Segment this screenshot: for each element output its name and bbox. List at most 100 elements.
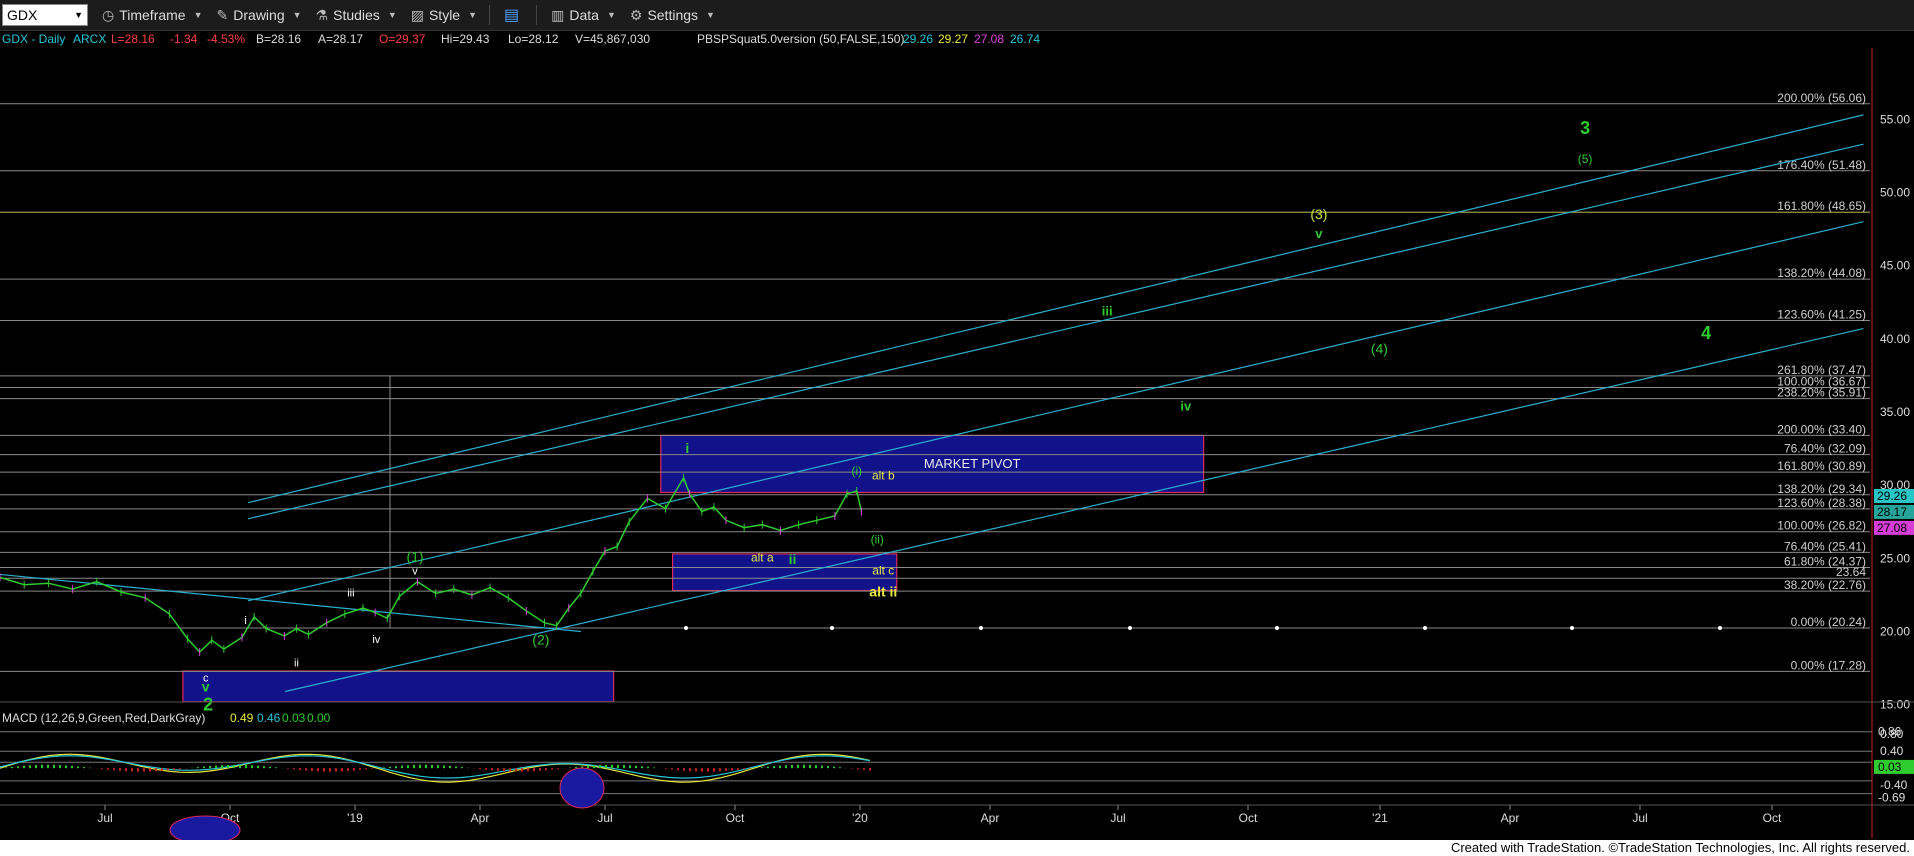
macd-label: MACD (12,26,9,Green,Red,DarkGray)	[2, 711, 205, 725]
time-tick-label: Jul	[97, 811, 112, 825]
wave-label: i	[685, 440, 689, 456]
time-tick-label: Oct	[1239, 811, 1258, 825]
macd-value-1: 0.49	[230, 711, 254, 725]
header-study-value-3: 27.08	[974, 32, 1004, 46]
data-button[interactable]: ▥ Data ▼	[551, 7, 616, 24]
style-label: Style	[428, 7, 461, 23]
level-marker-dot	[1128, 625, 1132, 630]
trend-channel-line	[0, 573, 581, 633]
macd-badge-label: -0.69	[1878, 790, 1906, 804]
wave-label: 3	[1580, 118, 1590, 138]
time-tick-label: Apr	[981, 811, 1000, 825]
fib-level-label: 138.20% (44.08)	[1777, 266, 1866, 280]
macd-header: MACD (12,26,9,Green,Red,DarkGray) 0.49 0…	[2, 711, 331, 725]
wave-label: v	[202, 679, 210, 695]
layout-button[interactable]: ▤	[504, 5, 524, 25]
layout-icon: ▤	[504, 7, 520, 24]
zone-layer: MARKET PIVOT	[182, 434, 1205, 703]
support-zone	[671, 553, 898, 592]
chevron-down-icon: ▼	[706, 10, 715, 20]
settings-label: Settings	[647, 7, 699, 23]
price-badge-label: 28.17	[1877, 505, 1907, 519]
header-study-value-4: 26.74	[1010, 32, 1040, 46]
flask-icon: ⚗	[315, 6, 329, 23]
macd-signal-line	[0, 755, 871, 779]
price-badge-label: 29.26	[1877, 489, 1907, 503]
chevron-down-icon: ▼	[387, 10, 397, 20]
style-icon: ▨	[410, 6, 424, 23]
chevron-down-icon: ▼	[193, 10, 203, 20]
symbol-text: GDX	[7, 7, 38, 23]
time-tick-label: Jul	[1632, 811, 1647, 825]
studies-button[interactable]: ⚗ Studies ▼	[316, 7, 397, 24]
header-study-value-2: 29.27	[938, 32, 968, 46]
price-tick-label: 15.00	[1880, 698, 1910, 712]
wave-label: iv	[1180, 399, 1192, 414]
wave-label: i	[244, 615, 246, 627]
time-tick-label: Jul	[1110, 811, 1125, 825]
data-label: Data	[569, 7, 599, 23]
low-zone	[182, 670, 615, 703]
trend-channel-line	[247, 221, 1864, 602]
price-badge-label: 27.08	[1877, 521, 1907, 535]
wave-label: (4)	[1371, 340, 1388, 356]
fib-level-label: 38.20% (22.76)	[1784, 578, 1866, 592]
fib-level-label: 200.00% (56.06)	[1777, 91, 1866, 105]
time-tick-label: Jul	[597, 811, 612, 825]
fib-level-label: 200.00% (33.40)	[1777, 422, 1866, 436]
fib-level-label: 123.60% (41.25)	[1777, 308, 1866, 322]
pencil-icon: ✎	[216, 6, 229, 23]
price-tick-label: 40.00	[1880, 332, 1910, 346]
wave-label: v	[1315, 226, 1323, 241]
wave-label: (3)	[1310, 206, 1327, 222]
macd-badge-label: 0.86	[1878, 725, 1902, 739]
time-tick-label: Apr	[471, 811, 490, 825]
fib-level-label: 0.00% (20.24)	[1791, 615, 1866, 629]
header-study: PBSPSquat5.0version (50,FALSE,150)	[697, 32, 904, 46]
symbol-selector[interactable]: GDX ▼	[2, 4, 88, 26]
toolbar-divider	[536, 5, 538, 25]
header-low: Lo=28.12	[508, 32, 559, 46]
price-chart[interactable]: MARKET PIVOT 200.00% (56.06) 176.40% (51.…	[0, 30, 1914, 840]
level-layer: 200.00% (56.06) 176.40% (51.48) 161.80% (4…	[0, 91, 1870, 672]
style-button[interactable]: ▨ Style ▼	[411, 7, 477, 24]
gear-icon: ⚙	[629, 6, 643, 23]
wave-label: (1)	[406, 548, 423, 564]
wave-label: iv	[372, 634, 380, 646]
toolbar: GDX ▼ ◷ Timeframe ▼ ✎ Drawing ▼ ⚗ Studie…	[0, 0, 1914, 31]
header-symbol: GDX - Daily	[2, 32, 65, 46]
wave-label: (ii)	[871, 533, 884, 547]
drawing-button[interactable]: ✎ Drawing ▼	[217, 7, 302, 24]
header-change: -1.34	[170, 32, 198, 46]
clock-icon: ◷	[102, 6, 115, 23]
header-exchange: ARCX	[73, 32, 106, 46]
header-pct: -4.53%	[207, 32, 245, 46]
toolbar-divider	[489, 5, 491, 25]
timeframe-button[interactable]: ◷ Timeframe ▼	[102, 7, 203, 24]
wave-label: 4	[1701, 323, 1711, 343]
footer: Created with TradeStation. ©TradeStation…	[0, 840, 1914, 856]
price-tick-label: 35.00	[1880, 405, 1910, 419]
zone-label: MARKET PIVOT	[924, 456, 1021, 471]
price-tick-label: 25.00	[1880, 551, 1910, 565]
fib-level-label: 161.80% (48.65)	[1777, 199, 1866, 213]
wave-label: (2)	[532, 632, 549, 648]
studies-label: Studies	[333, 7, 380, 23]
fib-level-label: 138.20% (29.34)	[1777, 482, 1866, 496]
macd-highlight	[559, 767, 605, 809]
settings-button[interactable]: ⚙ Settings ▼	[630, 7, 715, 24]
time-tick-label: '21	[1372, 811, 1388, 825]
wave-label: (i)	[851, 464, 862, 478]
price-tick-label: 55.00	[1880, 112, 1910, 126]
wave-label: ii	[789, 551, 797, 567]
chevron-down-icon: ▼	[606, 10, 616, 20]
time-tick-label: '20	[852, 811, 868, 825]
header-high: Hi=29.43	[441, 32, 490, 46]
macd-value-2: 0.46	[257, 711, 281, 725]
fib-level-label: 123.60% (28.38)	[1777, 496, 1866, 510]
drawing-label: Drawing	[233, 7, 285, 23]
macd-tick-label: 0.40	[1880, 744, 1904, 758]
time-tick-label: Oct	[1763, 811, 1782, 825]
trend-channel-line	[285, 327, 1864, 693]
fib-level-label: 76.40% (25.41)	[1784, 539, 1866, 553]
